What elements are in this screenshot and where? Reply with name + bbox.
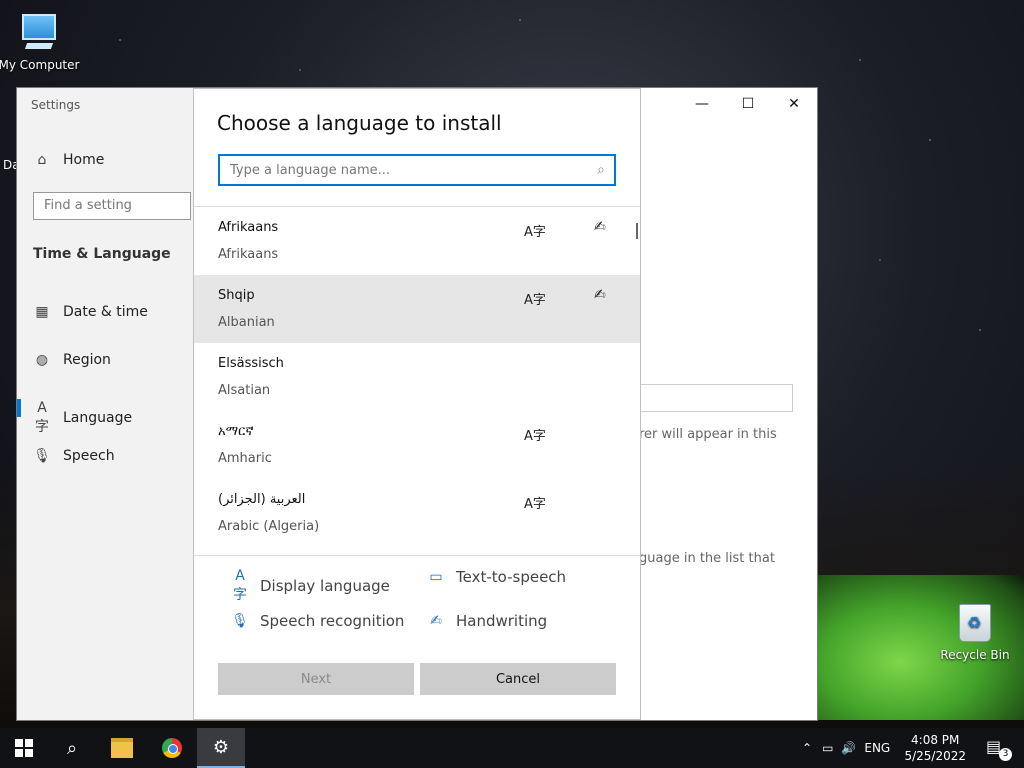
language-english-name: Afrikaans <box>218 247 279 262</box>
background-text: rer will appear in this <box>639 427 777 442</box>
legend-display-language: A字 Display language <box>230 568 390 604</box>
display-language-icon: A字 <box>524 429 546 444</box>
notification-count-badge: 3 <box>999 748 1012 761</box>
network-icon[interactable]: ▭ <box>822 741 833 755</box>
legend-label: Text-to-speech <box>456 568 567 586</box>
language-row[interactable]: Afrikaans Afrikaans A字 ✍ <box>194 207 640 275</box>
section-title: Time & Language <box>33 246 171 262</box>
calendar-clock-icon: ▦ <box>35 304 49 320</box>
language-english-name: Alsatian <box>218 383 271 398</box>
folder-icon <box>111 738 133 758</box>
language-native-name: አማርኛ <box>218 424 254 439</box>
desktop-icon-label: My Computer <box>0 58 80 72</box>
legend-speech-recognition: 🎙 Speech recognition <box>230 612 404 630</box>
language-row[interactable]: Shqip Albanian A字 ✍ <box>194 275 640 343</box>
display-language-icon: A字 <box>524 293 546 308</box>
display-language-icon: A字 <box>524 225 546 240</box>
language-english-name: Arabic (Algeria) <box>218 519 320 534</box>
handwriting-icon: ✍ <box>594 287 606 303</box>
input-language-indicator[interactable]: ENG <box>864 741 890 755</box>
nav-home[interactable]: ⌂ Home <box>33 152 105 168</box>
chevron-up-icon[interactable]: ⌃ <box>802 741 812 755</box>
background-field <box>641 384 793 412</box>
dialog-title: Choose a language to install <box>217 111 502 135</box>
display-language-icon: A字 <box>233 568 247 603</box>
language-native-name: العربية (الجزائر) <box>218 492 306 507</box>
computer-icon <box>19 14 59 54</box>
choose-language-dialog: Choose a language to install ⌕ Afrikaans… <box>194 89 640 719</box>
find-setting-input[interactable]: Find a setting <box>33 192 191 220</box>
window-title: Settings <box>31 98 81 112</box>
desktop-icon-label: Recycle Bin <box>940 648 1010 662</box>
nav-label: Date & time <box>63 304 148 320</box>
settings-sidebar: Settings ⌂ Home Find a setting Time & La… <box>17 88 193 720</box>
legend-label: Display language <box>260 577 390 595</box>
language-row[interactable]: አማርኛ Amharic A字 <box>194 411 640 479</box>
nav-speech[interactable]: 🎙 Speech <box>33 448 115 464</box>
nav-date-time[interactable]: ▦ Date & time <box>33 304 148 320</box>
start-button[interactable] <box>0 728 48 768</box>
chrome-icon <box>162 738 182 758</box>
clock-date: 5/25/2022 <box>904 749 966 763</box>
search-icon: ⌕ <box>66 737 78 759</box>
taskbar: ⌕ ⚙ ⌃ ▭ 🔊 ENG 4:08 PM 5/25/2022 ▤ 3 <box>0 728 1024 768</box>
language-row[interactable]: العربية (الجزائر) Arabic (Algeria) A字 <box>194 479 640 547</box>
language-search-input[interactable] <box>220 162 588 178</box>
volume-icon[interactable]: 🔊 <box>841 741 856 755</box>
action-center-button[interactable]: ▤ 3 <box>986 737 1012 761</box>
language-native-name: Elsässisch <box>218 356 284 371</box>
nav-label: Speech <box>63 448 115 464</box>
nav-language[interactable]: A字 Language <box>33 400 132 436</box>
taskbar-clock[interactable]: 4:08 PM 5/25/2022 <box>904 732 966 764</box>
next-button[interactable]: Next <box>218 663 414 695</box>
nav-label: Region <box>63 352 111 368</box>
language-native-name: Afrikaans <box>218 220 279 235</box>
handwriting-icon: ✍ <box>430 613 442 629</box>
language-english-name: Amharic <box>218 451 272 466</box>
search-icon: ⌕ <box>597 162 605 178</box>
legend-label: Speech recognition <box>260 612 405 630</box>
legend-handwriting: ✍ Handwriting <box>426 612 547 630</box>
microphone-icon: 🎙 <box>231 613 249 629</box>
nav-selection-indicator <box>17 399 21 417</box>
taskbar-chrome[interactable] <box>148 728 196 768</box>
gear-icon: ⚙ <box>212 736 230 758</box>
language-row[interactable]: Elsässisch Alsatian <box>194 343 640 411</box>
microphone-icon: 🎙 <box>33 448 51 464</box>
language-native-name: Shqip <box>218 288 255 303</box>
legend-label: Handwriting <box>456 612 548 630</box>
nav-label: Language <box>63 410 133 426</box>
maximize-button[interactable]: ☐ <box>725 88 771 120</box>
window-controls: — ☐ ✕ <box>679 88 817 120</box>
cancel-button[interactable]: Cancel <box>420 663 616 695</box>
text-to-speech-icon: ▭ <box>429 569 443 585</box>
globe-icon: ◍ <box>35 352 49 368</box>
nav-home-label: Home <box>63 152 105 168</box>
close-button[interactable]: ✕ <box>771 88 817 120</box>
language-icon: A字 <box>35 400 49 435</box>
taskbar-settings[interactable]: ⚙ <box>197 728 245 768</box>
background-text: guage in the list that <box>639 551 775 566</box>
display-language-icon: A字 <box>524 497 546 512</box>
windows-logo-icon <box>15 739 33 757</box>
handwriting-icon: ✍ <box>594 219 606 235</box>
language-search-box[interactable]: ⌕ <box>218 154 616 186</box>
minimize-button[interactable]: — <box>679 88 725 120</box>
nav-region[interactable]: ◍ Region <box>33 352 111 368</box>
desktop-icon-my-computer[interactable]: My Computer <box>0 8 82 72</box>
desktop-icon-recycle-bin[interactable]: Recycle Bin <box>932 602 1018 662</box>
legend-text-to-speech: ▭ Text-to-speech <box>426 568 566 586</box>
language-english-name: Albanian <box>218 315 275 330</box>
home-icon: ⌂ <box>37 152 47 168</box>
taskbar-file-explorer[interactable] <box>98 728 146 768</box>
recycle-bin-icon <box>955 604 995 644</box>
clock-time: 4:08 PM <box>911 733 960 747</box>
language-list[interactable]: Afrikaans Afrikaans A字 ✍ Shqip Albanian … <box>194 206 640 556</box>
system-tray: ⌃ ▭ 🔊 ENG <box>802 728 890 768</box>
taskbar-search-button[interactable]: ⌕ <box>48 728 96 768</box>
